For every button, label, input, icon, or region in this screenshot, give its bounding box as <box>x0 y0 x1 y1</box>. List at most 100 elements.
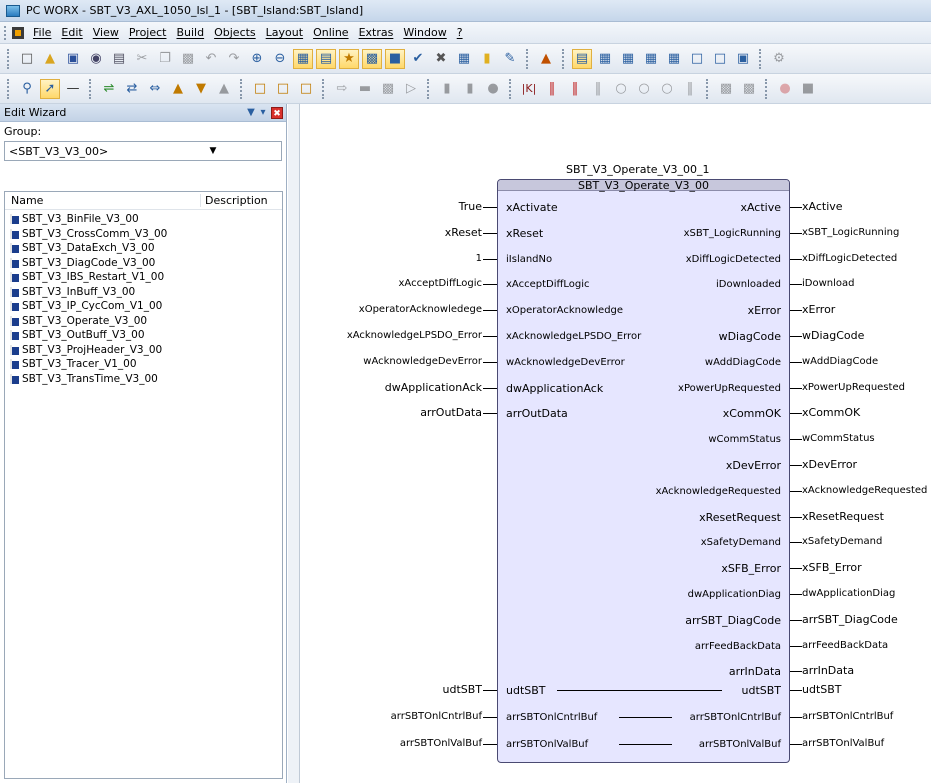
inout-variable-left[interactable]: arrSBTOnlValBuf <box>400 738 482 750</box>
menu-objects[interactable]: Objects <box>209 26 261 39</box>
output-variable[interactable]: xAcknowledgeRequested <box>802 485 927 497</box>
function-icon[interactable]: □ <box>250 79 270 99</box>
merge-icon[interactable]: ▩ <box>739 79 759 99</box>
inout-variable-right[interactable]: arrSBTOnlCntrlBuf <box>802 711 893 723</box>
inout-variable-left[interactable]: arrSBTOnlCntrlBuf <box>391 711 482 723</box>
menu-file[interactable]: File <box>28 26 56 39</box>
output-pin[interactable]: dwApplicationDiag <box>688 589 781 601</box>
comment-icon[interactable]: □ <box>296 79 316 99</box>
window-layout-1-icon[interactable]: ▦ <box>293 48 313 69</box>
network-icon[interactable]: ▲ <box>214 79 234 99</box>
connect-icon[interactable]: ⇌ <box>99 79 119 99</box>
column-header-description[interactable]: Description <box>200 194 268 207</box>
menu-project[interactable]: Project <box>124 26 172 39</box>
route-icon[interactable]: ⇄ <box>122 79 142 99</box>
output-pin[interactable]: xResetRequest <box>699 511 781 524</box>
output-pin[interactable]: iDownloaded <box>716 279 781 291</box>
output-variable[interactable]: arrSBT_DiagCode <box>802 613 898 626</box>
close-icon[interactable]: ✖ <box>271 106 283 119</box>
inout-variable-right[interactable]: udtSBT <box>802 684 842 696</box>
output-pin[interactable]: xPowerUpRequested <box>678 383 781 395</box>
input-pin[interactable]: xOperatorAcknowledge <box>506 305 623 317</box>
new-file-icon[interactable]: □ <box>17 49 37 69</box>
list-item[interactable]: SBT_V3_Operate_V3_00 <box>5 314 282 329</box>
inout-variable-left[interactable]: udtSBT <box>442 684 482 696</box>
input-pin[interactable]: xAcceptDiffLogic <box>506 279 590 291</box>
output-pin[interactable]: xSafetyDemand <box>701 537 781 549</box>
list-item[interactable]: SBT_V3_InBuff_V3_00 <box>5 285 282 300</box>
output-pin[interactable]: arrFeedBackData <box>695 641 781 653</box>
list-item[interactable]: SBT_V3_BinFile_V3_00 <box>5 212 282 227</box>
parallel-icon[interactable]: ‖ <box>680 79 700 99</box>
grid-icon[interactable]: ▦ <box>454 49 474 69</box>
document-menu-icon[interactable] <box>12 26 24 39</box>
output-pin[interactable]: arrSBT_DiagCode <box>685 614 781 627</box>
output-variable[interactable]: xResetRequest <box>802 510 884 523</box>
list-item[interactable]: SBT_V3_OutBuff_V3_00 <box>5 328 282 343</box>
menu-window[interactable]: Window <box>398 26 451 39</box>
list-item[interactable]: SBT_V3_TransTime_V3_00 <box>5 372 282 387</box>
view-4-icon[interactable]: ▦ <box>641 49 661 69</box>
list-item[interactable]: SBT_V3_IP_CycCom_V1_00 <box>5 299 282 314</box>
output-pin[interactable]: wDiagCode <box>719 331 781 343</box>
copy-icon[interactable]: ❐ <box>155 49 175 69</box>
output-pin[interactable]: xDiffLogicDetected <box>686 254 781 266</box>
left-rail-icon[interactable]: ▮ <box>437 79 457 99</box>
view-6-icon[interactable]: □ <box>687 49 707 69</box>
output-variable[interactable]: xDevError <box>802 459 857 471</box>
view-1-icon[interactable]: ▤ <box>572 48 592 69</box>
list-item[interactable]: SBT_V3_CrossComm_V3_00 <box>5 227 282 242</box>
input-pin[interactable]: xActivate <box>506 202 558 214</box>
zoom-out-icon[interactable]: ⊖ <box>270 49 290 69</box>
inout-pin-right[interactable]: arrSBTOnlValBuf <box>699 739 781 751</box>
output-pin[interactable]: xActive <box>740 202 781 214</box>
list-item[interactable]: SBT_V3_DiagCode_V3_00 <box>5 256 282 271</box>
input-variable[interactable]: dwApplicationAck <box>385 381 482 394</box>
inout-pin-right[interactable]: arrSBTOnlCntrlBuf <box>690 712 781 724</box>
print-preview-icon[interactable]: ◉ <box>86 49 106 69</box>
input-var-icon[interactable]: ▲ <box>168 79 188 99</box>
grip-handle[interactable] <box>4 25 8 40</box>
chevron-down-icon[interactable]: ▼ <box>145 146 281 156</box>
function-block[interactable]: SBT_V3_Operate_V3_00 xActivate xReset iIsl… <box>497 179 790 763</box>
bracket-icon[interactable]: ⇔ <box>145 79 165 99</box>
input-pin[interactable]: xAcknowledgeLPSDO_Error <box>506 331 641 343</box>
view-8-icon[interactable]: ▣ <box>733 49 753 69</box>
output-var-icon[interactable]: ▼ <box>191 79 211 99</box>
toolbar-grip[interactable] <box>7 48 11 69</box>
output-variable[interactable]: xActive <box>802 201 843 213</box>
view-5-icon[interactable]: ▦ <box>664 49 684 69</box>
coil-reset-icon[interactable]: ○ <box>657 79 677 99</box>
menu-online[interactable]: Online <box>308 26 353 39</box>
menu-build[interactable]: Build <box>171 26 209 39</box>
list-item[interactable]: SBT_V3_ProjHeader_V3_00 <box>5 343 282 358</box>
input-variable[interactable]: xAcceptDiffLogic <box>398 278 482 290</box>
stop-icon[interactable]: ■ <box>798 79 818 99</box>
line-icon[interactable]: — <box>63 79 83 99</box>
save-icon[interactable]: ▣ <box>63 49 83 69</box>
input-variable[interactable]: True <box>459 201 482 213</box>
label-icon[interactable]: ▩ <box>378 79 398 99</box>
contact-p-icon[interactable]: ‖ <box>565 79 585 99</box>
output-pin[interactable]: wCommStatus <box>708 434 781 446</box>
column-header-name[interactable]: Name <box>5 194 200 207</box>
function-block-icon[interactable]: □ <box>273 79 293 99</box>
menu-layout[interactable]: Layout <box>261 26 308 39</box>
coil-group-icon[interactable]: ● <box>483 79 503 99</box>
output-variable[interactable]: xSBT_LogicRunning <box>802 227 899 239</box>
jump-icon[interactable]: ⇨ <box>332 79 352 99</box>
right-rail-icon[interactable]: ▮ <box>460 79 480 99</box>
output-variable[interactable]: dwApplicationDiag <box>802 588 895 600</box>
output-pin[interactable]: xCommOK <box>723 408 781 420</box>
output-variable[interactable]: xCommOK <box>802 407 860 419</box>
menu-view[interactable]: View <box>88 26 124 39</box>
inout-variable-right[interactable]: arrSBTOnlValBuf <box>802 738 884 750</box>
input-pin[interactable]: arrOutData <box>506 408 568 420</box>
check-icon[interactable]: ✔ <box>408 49 428 69</box>
undo-icon[interactable]: ↶ <box>201 49 221 69</box>
transfer-icon[interactable]: ▲ <box>536 49 556 69</box>
cut-icon[interactable]: ✂ <box>132 49 152 69</box>
contact-n-icon[interactable]: ‖ <box>588 79 608 99</box>
output-pin[interactable]: xSFB_Error <box>721 563 781 575</box>
window-layout-3-icon[interactable]: ★ <box>339 48 359 69</box>
